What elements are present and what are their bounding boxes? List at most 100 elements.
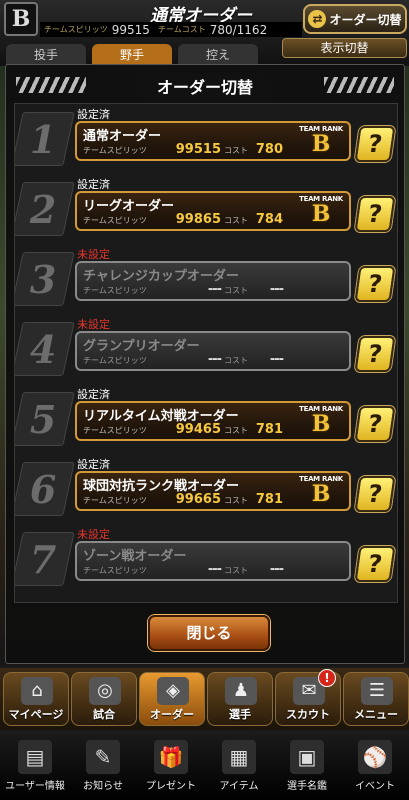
sub-menu-item[interactable]: ▦ アイテム — [206, 738, 272, 796]
order-number-plate: 7 — [15, 532, 75, 586]
main-menu-item[interactable]: ◎ 試合 — [71, 672, 137, 726]
team-rank-value: B — [311, 411, 331, 437]
order-row: 3 未設定 チャレンジカップオーダー チームスピリッツ --- コスト ---? — [15, 246, 397, 310]
menu-icon: ☰ — [361, 677, 393, 705]
sub-menu-label: プレゼント — [146, 781, 196, 792]
cost-label: コスト — [224, 496, 248, 505]
help-button[interactable]: ? — [354, 546, 396, 582]
spirit-value: 99465 — [175, 422, 221, 437]
main-menu-item[interactable]: ☰ メニュー — [343, 672, 409, 726]
header-stripe-right — [324, 77, 394, 93]
order-number-plate: 6 — [15, 462, 75, 516]
cost-label: チームコスト — [157, 25, 206, 34]
sub-menu-label: 選手名鑑 — [287, 781, 327, 792]
help-button[interactable]: ? — [354, 126, 396, 162]
sub-menu-item[interactable]: ▣ 選手名鑑 — [274, 738, 340, 796]
order-card[interactable]: ゾーン戦オーダー チームスピリッツ --- コスト --- — [75, 541, 351, 581]
order-switch-button[interactable]: ⇄ オーダー切替 — [303, 4, 407, 34]
order-card[interactable]: 球団対抗ランク戦オーダー チームスピリッツ 99665 コスト 781 TEAM RANK… — [75, 471, 351, 511]
main-menu-label: オーダー — [150, 708, 194, 721]
display-switch-button[interactable]: 表示切替 — [282, 38, 407, 58]
order-list[interactable]: 1 設定済 通常オーダー チームスピリッツ 99515 コスト 780 TEAM RANK B?… — [14, 103, 398, 603]
sub-menu-item[interactable]: ⚾ イベント — [342, 738, 408, 796]
home-icon: ⌂ — [21, 677, 53, 705]
help-button[interactable]: ? — [354, 336, 396, 372]
cost-value: 784 — [255, 212, 283, 227]
spirit-value: 99665 — [175, 492, 221, 507]
order-switch-label: オーダー切替 — [329, 12, 402, 27]
tab-pitcher[interactable]: 投手 — [6, 44, 86, 66]
main-menu-item[interactable]: ◈ オーダー — [139, 672, 205, 726]
spirit-label: チームスピリッツ — [44, 25, 108, 34]
team-stats: チームスピリッツ 99515 チームコスト 780/1162 — [40, 22, 302, 37]
order-status: 設定済 — [77, 458, 110, 471]
sub-menu-label: ユーザー情報 — [5, 781, 65, 792]
order-card[interactable]: リーグオーダー チームスピリッツ 99865 コスト 784 TEAM RANK B — [75, 191, 351, 231]
cost-label: コスト — [224, 566, 248, 575]
order-number-plate: 3 — [15, 252, 75, 306]
order-number: 5 — [29, 396, 57, 442]
help-button[interactable]: ? — [354, 196, 396, 232]
item-icon: ▦ — [222, 740, 256, 774]
spirit-label: チームスピリッツ — [83, 216, 147, 225]
main-menu-item[interactable]: ♟ 選手 — [207, 672, 273, 726]
team-rank-value: B — [311, 481, 331, 507]
order-status: 設定済 — [77, 108, 110, 121]
order-row: 2 設定済 リーグオーダー チームスピリッツ 99865 コスト 784 TEAM RANK B… — [15, 176, 397, 240]
main-menu-label: 試合 — [93, 708, 115, 721]
cost-value: --- — [269, 282, 284, 297]
order-card[interactable]: チャレンジカップオーダー チームスピリッツ --- コスト --- — [75, 261, 351, 301]
main-menu-label: 選手 — [229, 708, 251, 721]
order-number: 2 — [29, 186, 57, 232]
spirit-value: 99865 — [175, 212, 221, 227]
order-name: 通常オーダー — [83, 129, 162, 144]
cost-value: 780 — [255, 142, 283, 157]
team-rank-value: B — [311, 131, 331, 157]
cost-label: コスト — [224, 146, 248, 155]
tab-fielder[interactable]: 野手 — [92, 44, 172, 66]
order-number-plate: 2 — [15, 182, 75, 236]
player-book-icon: ▣ — [290, 740, 324, 774]
sub-menu-item[interactable]: 🎁 プレゼント — [138, 738, 204, 796]
spirit-label: チームスピリッツ — [83, 566, 147, 575]
present-icon: 🎁 — [154, 740, 188, 774]
modal-title: オーダー切替 — [142, 74, 267, 98]
help-button[interactable]: ? — [354, 476, 396, 512]
order-row: 7 未設定 ゾーン戦オーダー チームスピリッツ --- コスト ---? — [15, 526, 397, 590]
cost-value: --- — [269, 562, 284, 577]
team-rank-value: B — [311, 201, 331, 227]
order-card[interactable]: グランプリオーダー チームスピリッツ --- コスト --- — [75, 331, 351, 371]
close-button[interactable]: 閉じる — [148, 615, 270, 651]
help-button[interactable]: ? — [354, 266, 396, 302]
main-menu-item[interactable]: ✉ スカウト! — [275, 669, 341, 726]
spirit-label: チームスピリッツ — [83, 146, 147, 155]
spirit-label: チームスピリッツ — [83, 356, 147, 365]
team-rank: TEAM RANK B — [295, 405, 347, 439]
tab-reserve[interactable]: 控え — [178, 44, 258, 66]
sub-menu-label: アイテム — [219, 781, 259, 792]
order-switch-modal: オーダー切替 1 設定済 通常オーダー チームスピリッツ 99515 コスト 780 TEAM… — [5, 64, 405, 664]
order-status: 未設定 — [77, 318, 110, 331]
order-card[interactable]: リアルタイム対戦オーダー チームスピリッツ 99465 コスト 781 TEAM RANK… — [75, 401, 351, 441]
help-button[interactable]: ? — [354, 406, 396, 442]
order-number: 3 — [29, 256, 57, 302]
order-number: 6 — [29, 466, 57, 512]
order-number: 1 — [29, 116, 57, 162]
main-menu-item[interactable]: ⌂ マイページ — [3, 672, 69, 726]
order-card[interactable]: 通常オーダー チームスピリッツ 99515 コスト 780 TEAM RANK B — [75, 121, 351, 161]
cost-value: 781 — [255, 492, 283, 507]
main-menu: ⌂ マイページ ◎ 試合 ◈ オーダー ♟ 選手 ✉ スカウト! ☰ メニュー — [0, 668, 409, 730]
header-stripe-left — [16, 77, 86, 93]
cost-label: コスト — [224, 426, 248, 435]
sub-menu-item[interactable]: ▤ ユーザー情報 — [2, 738, 68, 796]
modal-header: オーダー切替 — [6, 73, 404, 99]
order-status: 設定済 — [77, 388, 110, 401]
sub-menu-label: お知らせ — [83, 781, 123, 792]
order-number: 7 — [29, 536, 57, 582]
cost-label: コスト — [224, 286, 248, 295]
notification-badge: ! — [318, 669, 336, 687]
sub-menu-item[interactable]: ✎ お知らせ — [70, 738, 136, 796]
order-number-plate: 5 — [15, 392, 75, 446]
order-row: 1 設定済 通常オーダー チームスピリッツ 99515 コスト 780 TEAM RANK B? — [15, 106, 397, 170]
order-name: リーグオーダー — [83, 199, 175, 214]
